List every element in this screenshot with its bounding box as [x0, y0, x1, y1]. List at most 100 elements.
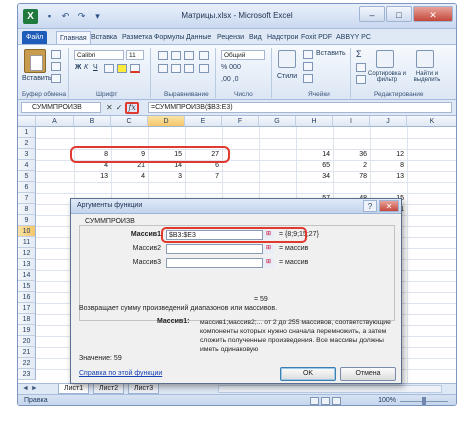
- row-header[interactable]: 23: [18, 369, 36, 380]
- styles-icon[interactable]: [278, 50, 296, 68]
- formula-input[interactable]: =СУММПРОИЗВ($B3:E3): [148, 102, 452, 113]
- tab-addins[interactable]: Надстрои: [267, 31, 298, 44]
- column-header[interactable]: E: [185, 116, 222, 127]
- page-break-view-icon[interactable]: [332, 397, 341, 405]
- collapse-dialog-icon[interactable]: ⊞: [262, 258, 274, 268]
- tab-page-layout[interactable]: Разметка: [122, 31, 152, 44]
- decimal-icon[interactable]: ,00 ,0: [221, 76, 239, 83]
- cell-d5[interactable]: 3: [148, 171, 185, 182]
- italic-icon[interactable]: К: [84, 64, 88, 71]
- styles-button[interactable]: Стили: [277, 73, 297, 80]
- tab-formulas[interactable]: Формулы: [154, 31, 184, 44]
- row-header[interactable]: 22: [18, 358, 36, 369]
- tab-foxit-pdf[interactable]: Foxit PDF: [301, 31, 332, 44]
- page-layout-view-icon[interactable]: [321, 397, 330, 405]
- fill-icon[interactable]: [356, 63, 366, 72]
- autosum-icon[interactable]: Σ: [356, 49, 362, 59]
- cell-i3[interactable]: 36: [333, 149, 370, 160]
- sheet-tab-2[interactable]: Лист2: [93, 384, 125, 394]
- align-bottom-icon[interactable]: [184, 51, 194, 60]
- row-header[interactable]: 12: [18, 248, 36, 259]
- sheet-tab-3[interactable]: Лист3: [128, 384, 160, 394]
- dialog-help-button[interactable]: ?: [363, 200, 377, 212]
- cell-j5[interactable]: 13: [370, 171, 407, 182]
- column-header[interactable]: B: [74, 116, 111, 127]
- column-header[interactable]: C: [111, 116, 148, 127]
- cell-i5[interactable]: 78: [333, 171, 370, 182]
- insert-cells-icon[interactable]: [303, 50, 313, 59]
- column-header[interactable]: D: [148, 116, 185, 127]
- tab-file[interactable]: Файл: [22, 31, 48, 44]
- row-header[interactable]: 7: [18, 193, 36, 204]
- collapse-dialog-icon[interactable]: ⊞: [262, 244, 274, 254]
- tab-review[interactable]: Рецензи: [217, 31, 244, 44]
- column-header[interactable]: G: [259, 116, 296, 127]
- cell-e5[interactable]: 7: [185, 171, 222, 182]
- cell-j3[interactable]: 12: [370, 149, 407, 160]
- row-header[interactable]: 4: [18, 160, 36, 171]
- row-header[interactable]: 20: [18, 336, 36, 347]
- arg-input-array3[interactable]: [166, 258, 274, 268]
- row-header[interactable]: 10: [18, 226, 36, 237]
- help-link[interactable]: Справка по этой функции: [79, 370, 162, 377]
- row-header[interactable]: 18: [18, 314, 36, 325]
- zoom-level[interactable]: 100%: [378, 397, 396, 404]
- number-format-combo[interactable]: Общий: [221, 50, 265, 60]
- minimize-button[interactable]: –: [359, 6, 385, 22]
- paste-icon[interactable]: [24, 49, 46, 73]
- row-header[interactable]: 8: [18, 204, 36, 215]
- find-select-icon[interactable]: [416, 50, 434, 68]
- insert-function-icon[interactable]: fx: [125, 102, 139, 114]
- font-color-icon[interactable]: [130, 64, 140, 73]
- maximize-button[interactable]: □: [386, 6, 412, 22]
- cancel-button[interactable]: Отмена: [340, 367, 396, 381]
- percent-icon[interactable]: % 000: [221, 64, 241, 71]
- row-header[interactable]: 13: [18, 259, 36, 270]
- column-header[interactable]: K: [407, 116, 456, 127]
- row-header[interactable]: 5: [18, 171, 36, 182]
- close-button[interactable]: ✕: [413, 6, 453, 22]
- align-center-icon[interactable]: [171, 64, 181, 73]
- select-all-corner[interactable]: [18, 116, 36, 127]
- align-middle-icon[interactable]: [171, 51, 181, 60]
- row-header[interactable]: 16: [18, 292, 36, 303]
- cell-i4[interactable]: 2: [333, 160, 370, 171]
- cell-h5[interactable]: 34: [296, 171, 333, 182]
- find-select-button[interactable]: Найти и выделить: [408, 71, 446, 83]
- column-header[interactable]: J: [370, 116, 407, 127]
- align-right-icon[interactable]: [184, 64, 194, 73]
- column-header[interactable]: I: [333, 116, 370, 127]
- cell-j4[interactable]: 8: [370, 160, 407, 171]
- column-header[interactable]: H: [296, 116, 333, 127]
- align-top-icon[interactable]: [158, 51, 168, 60]
- copy-icon[interactable]: [51, 62, 61, 71]
- row-header[interactable]: 6: [18, 182, 36, 193]
- column-header[interactable]: F: [222, 116, 259, 127]
- column-header[interactable]: A: [36, 116, 74, 127]
- merge-icon[interactable]: [199, 64, 209, 73]
- enter-entry-icon[interactable]: ✓: [116, 102, 123, 114]
- font-size-combo[interactable]: 11: [126, 50, 144, 60]
- cell-b5[interactable]: 13: [74, 171, 111, 182]
- sheet-tab-1[interactable]: Лист1: [58, 384, 90, 394]
- insert-cells-button[interactable]: Вставить: [316, 50, 346, 57]
- dialog-close-button[interactable]: ✕: [379, 200, 399, 212]
- arg-input-array2[interactable]: [166, 244, 274, 254]
- row-header[interactable]: 19: [18, 325, 36, 336]
- horizontal-scrollbar[interactable]: [218, 385, 442, 393]
- row-header[interactable]: 14: [18, 270, 36, 281]
- font-name-combo[interactable]: Calibri: [74, 50, 124, 60]
- row-header[interactable]: 11: [18, 237, 36, 248]
- align-left-icon[interactable]: [158, 64, 168, 73]
- normal-view-icon[interactable]: [310, 397, 319, 405]
- name-box[interactable]: СУММПРОИЗВ: [21, 102, 101, 113]
- format-painter-icon[interactable]: [51, 74, 61, 83]
- cell-c5[interactable]: 4: [111, 171, 148, 182]
- delete-cells-icon[interactable]: [303, 62, 313, 71]
- row-header[interactable]: 9: [18, 215, 36, 226]
- clear-icon[interactable]: [356, 75, 366, 84]
- tab-insert[interactable]: Вставка: [91, 31, 117, 44]
- row-header[interactable]: 1: [18, 127, 36, 138]
- sort-filter-button[interactable]: Сортировка и фильтр: [368, 71, 406, 83]
- cancel-entry-icon[interactable]: ✕: [106, 102, 113, 114]
